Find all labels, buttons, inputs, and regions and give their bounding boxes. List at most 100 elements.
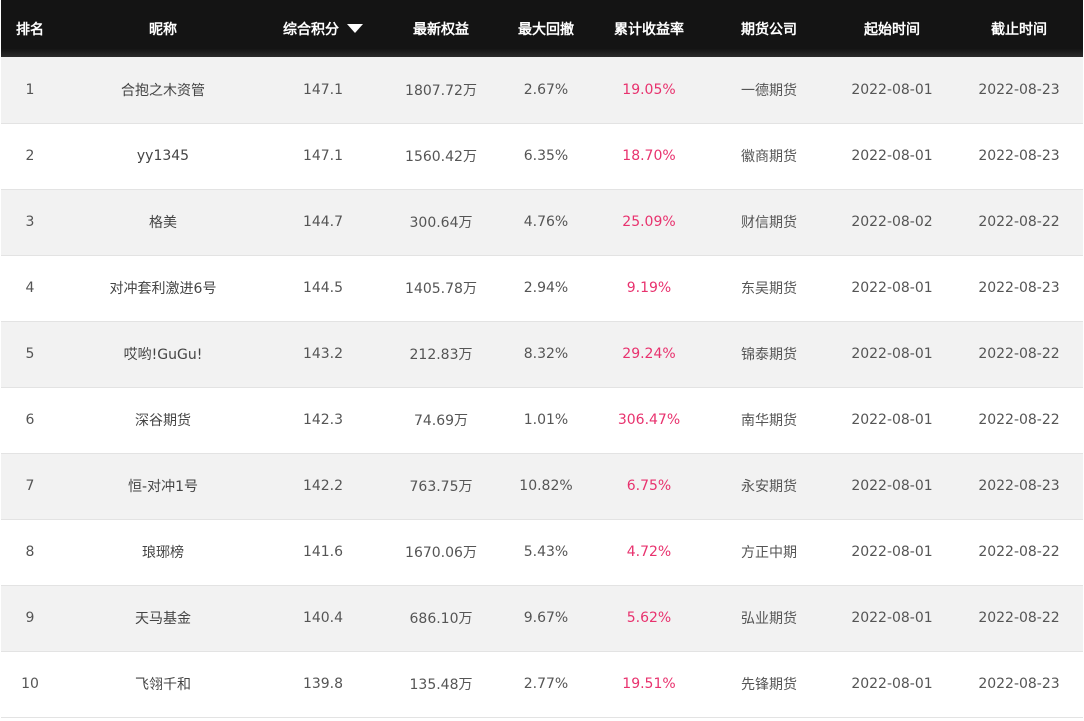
return-cell: 5.62% [626, 610, 672, 626]
equity-cell: 1560.42万 [405, 149, 477, 165]
end-date-cell: 2022-08-23 [978, 280, 1060, 296]
return-cell: 25.09% [622, 214, 676, 230]
end-date-cell: 2022-08-23 [978, 676, 1060, 692]
score-cell: 140.4 [302, 610, 344, 626]
table-header: 排名 昵称 综合积分 最新权益 最大回撤 累计收益率 期货公司 起始时间 截止时… [1, 0, 1083, 57]
score-cell: 139.8 [302, 676, 344, 692]
header-company: 期货公司 [741, 21, 797, 38]
drawdown-cell: 2.77% [523, 676, 569, 692]
table-row[interactable]: 3 格美 144.7 300.64万 4.76% 25.09% 财信期货 202… [1, 189, 1083, 255]
return-cell: 29.24% [622, 346, 676, 362]
table-body: 1 合抱之木资管 147.1 1807.72万 2.67% 19.05% 一德期… [1, 57, 1083, 717]
start-date-cell: 2022-08-01 [851, 412, 933, 428]
table-row[interactable]: 4 对冲套利激进6号 144.5 1405.78万 2.94% 9.19% 东吴… [1, 255, 1083, 321]
return-cell: 6.75% [626, 478, 672, 494]
score-cell: 144.5 [302, 280, 344, 296]
rank-cell: 8 [25, 544, 35, 560]
score-cell: 143.2 [302, 346, 344, 362]
equity-cell: 1405.78万 [405, 281, 477, 297]
end-date-cell: 2022-08-23 [978, 81, 1060, 98]
end-date-cell: 2022-08-22 [978, 214, 1060, 230]
sort-score-button[interactable]: 综合积分 [283, 19, 363, 39]
ranking-table: 排名 昵称 综合积分 最新权益 最大回撤 累计收益率 期货公司 起始时间 截止时… [1, 0, 1083, 718]
nickname-cell[interactable]: 天马基金 [59, 585, 267, 651]
company-cell: 徽商期货 [741, 149, 797, 165]
ranking-table-container: 排名 昵称 综合积分 最新权益 最大回撤 累计收益率 期货公司 起始时间 截止时… [0, 0, 1084, 721]
nickname-cell[interactable]: 哎哟!GuGu! [59, 321, 267, 387]
score-cell: 142.3 [302, 412, 344, 428]
rank-cell: 9 [25, 610, 35, 626]
caret-down-icon[interactable] [347, 24, 363, 33]
company-cell: 南华期货 [741, 413, 797, 429]
return-cell: 4.72% [626, 544, 672, 560]
drawdown-cell: 1.01% [523, 412, 569, 428]
end-date-cell: 2022-08-22 [978, 412, 1060, 428]
header-nickname: 昵称 [149, 21, 177, 38]
score-cell: 147.1 [302, 148, 344, 164]
header-end: 截止时间 [991, 21, 1047, 38]
header-score-sort[interactable]: 综合积分 [267, 0, 379, 57]
return-cell: 306.47% [617, 412, 681, 428]
rank-cell: 4 [25, 280, 35, 296]
company-cell: 财信期货 [741, 215, 797, 231]
rank-cell: 10 [21, 676, 39, 692]
nickname-cell[interactable]: 合抱之木资管 [59, 57, 267, 123]
score-cell: 144.7 [302, 214, 344, 230]
header-row: 排名 昵称 综合积分 最新权益 最大回撤 累计收益率 期货公司 起始时间 截止时… [1, 0, 1083, 57]
equity-cell: 300.64万 [409, 215, 473, 231]
equity-cell: 686.10万 [409, 611, 473, 627]
start-date-cell: 2022-08-02 [851, 214, 933, 230]
header-drawdown: 最大回撤 [518, 21, 574, 38]
return-cell: 19.05% [622, 81, 676, 98]
company-cell: 东吴期货 [741, 281, 797, 297]
end-date-cell: 2022-08-22 [978, 544, 1060, 560]
table-row[interactable]: 10 飞翎千和 139.8 135.48万 2.77% 19.51% 先锋期货 … [1, 651, 1083, 717]
table-row[interactable]: 9 天马基金 140.4 686.10万 9.67% 5.62% 弘业期货 20… [1, 585, 1083, 651]
return-cell: 19.51% [622, 676, 676, 692]
header-return: 累计收益率 [614, 21, 684, 38]
nickname-cell[interactable]: 恒-对冲1号 [59, 453, 267, 519]
score-cell: 141.6 [302, 544, 344, 560]
start-date-cell: 2022-08-01 [851, 280, 933, 296]
drawdown-cell: 5.43% [523, 544, 569, 560]
equity-cell: 212.83万 [409, 347, 473, 363]
nickname-cell[interactable]: 对冲套利激进6号 [59, 255, 267, 321]
rank-cell: 2 [25, 148, 35, 164]
start-date-cell: 2022-08-01 [851, 478, 933, 494]
start-date-cell: 2022-08-01 [851, 610, 933, 626]
company-cell: 一德期货 [741, 82, 797, 99]
table-row[interactable]: 8 琅琊榜 141.6 1670.06万 5.43% 4.72% 方正中期 20… [1, 519, 1083, 585]
start-date-cell: 2022-08-01 [851, 544, 933, 560]
equity-cell: 763.75万 [409, 479, 473, 495]
nickname-cell[interactable]: 琅琊榜 [59, 519, 267, 585]
return-cell: 9.19% [626, 280, 672, 296]
equity-cell: 1670.06万 [405, 545, 477, 561]
drawdown-cell: 4.76% [523, 214, 569, 230]
start-date-cell: 2022-08-01 [851, 148, 933, 164]
table-row[interactable]: 5 哎哟!GuGu! 143.2 212.83万 8.32% 29.24% 锦泰… [1, 321, 1083, 387]
drawdown-cell: 9.67% [523, 610, 569, 626]
table-row[interactable]: 7 恒-对冲1号 142.2 763.75万 10.82% 6.75% 永安期货… [1, 453, 1083, 519]
company-cell: 先锋期货 [741, 677, 797, 693]
start-date-cell: 2022-08-01 [851, 81, 933, 98]
drawdown-cell: 8.32% [523, 346, 569, 362]
nickname-cell[interactable]: 飞翎千和 [59, 651, 267, 717]
company-cell: 弘业期货 [741, 611, 797, 627]
return-cell: 18.70% [622, 148, 676, 164]
company-cell: 方正中期 [741, 545, 797, 561]
company-cell: 永安期货 [741, 479, 797, 495]
score-cell: 142.2 [302, 478, 344, 494]
table-row[interactable]: 2 yy1345 147.1 1560.42万 6.35% 18.70% 徽商期… [1, 123, 1083, 189]
end-date-cell: 2022-08-23 [978, 148, 1060, 164]
nickname-cell[interactable]: yy1345 [59, 123, 267, 189]
rank-cell: 6 [25, 412, 35, 428]
header-equity: 最新权益 [413, 21, 469, 38]
rank-cell: 3 [25, 214, 35, 230]
drawdown-cell: 10.82% [519, 478, 573, 494]
nickname-cell[interactable]: 格美 [59, 189, 267, 255]
table-row[interactable]: 6 深谷期货 142.3 74.69万 1.01% 306.47% 南华期货 2… [1, 387, 1083, 453]
nickname-cell[interactable]: 深谷期货 [59, 387, 267, 453]
table-row[interactable]: 1 合抱之木资管 147.1 1807.72万 2.67% 19.05% 一德期… [1, 57, 1083, 123]
drawdown-cell: 2.94% [523, 280, 569, 296]
equity-cell: 1807.72万 [405, 82, 477, 99]
